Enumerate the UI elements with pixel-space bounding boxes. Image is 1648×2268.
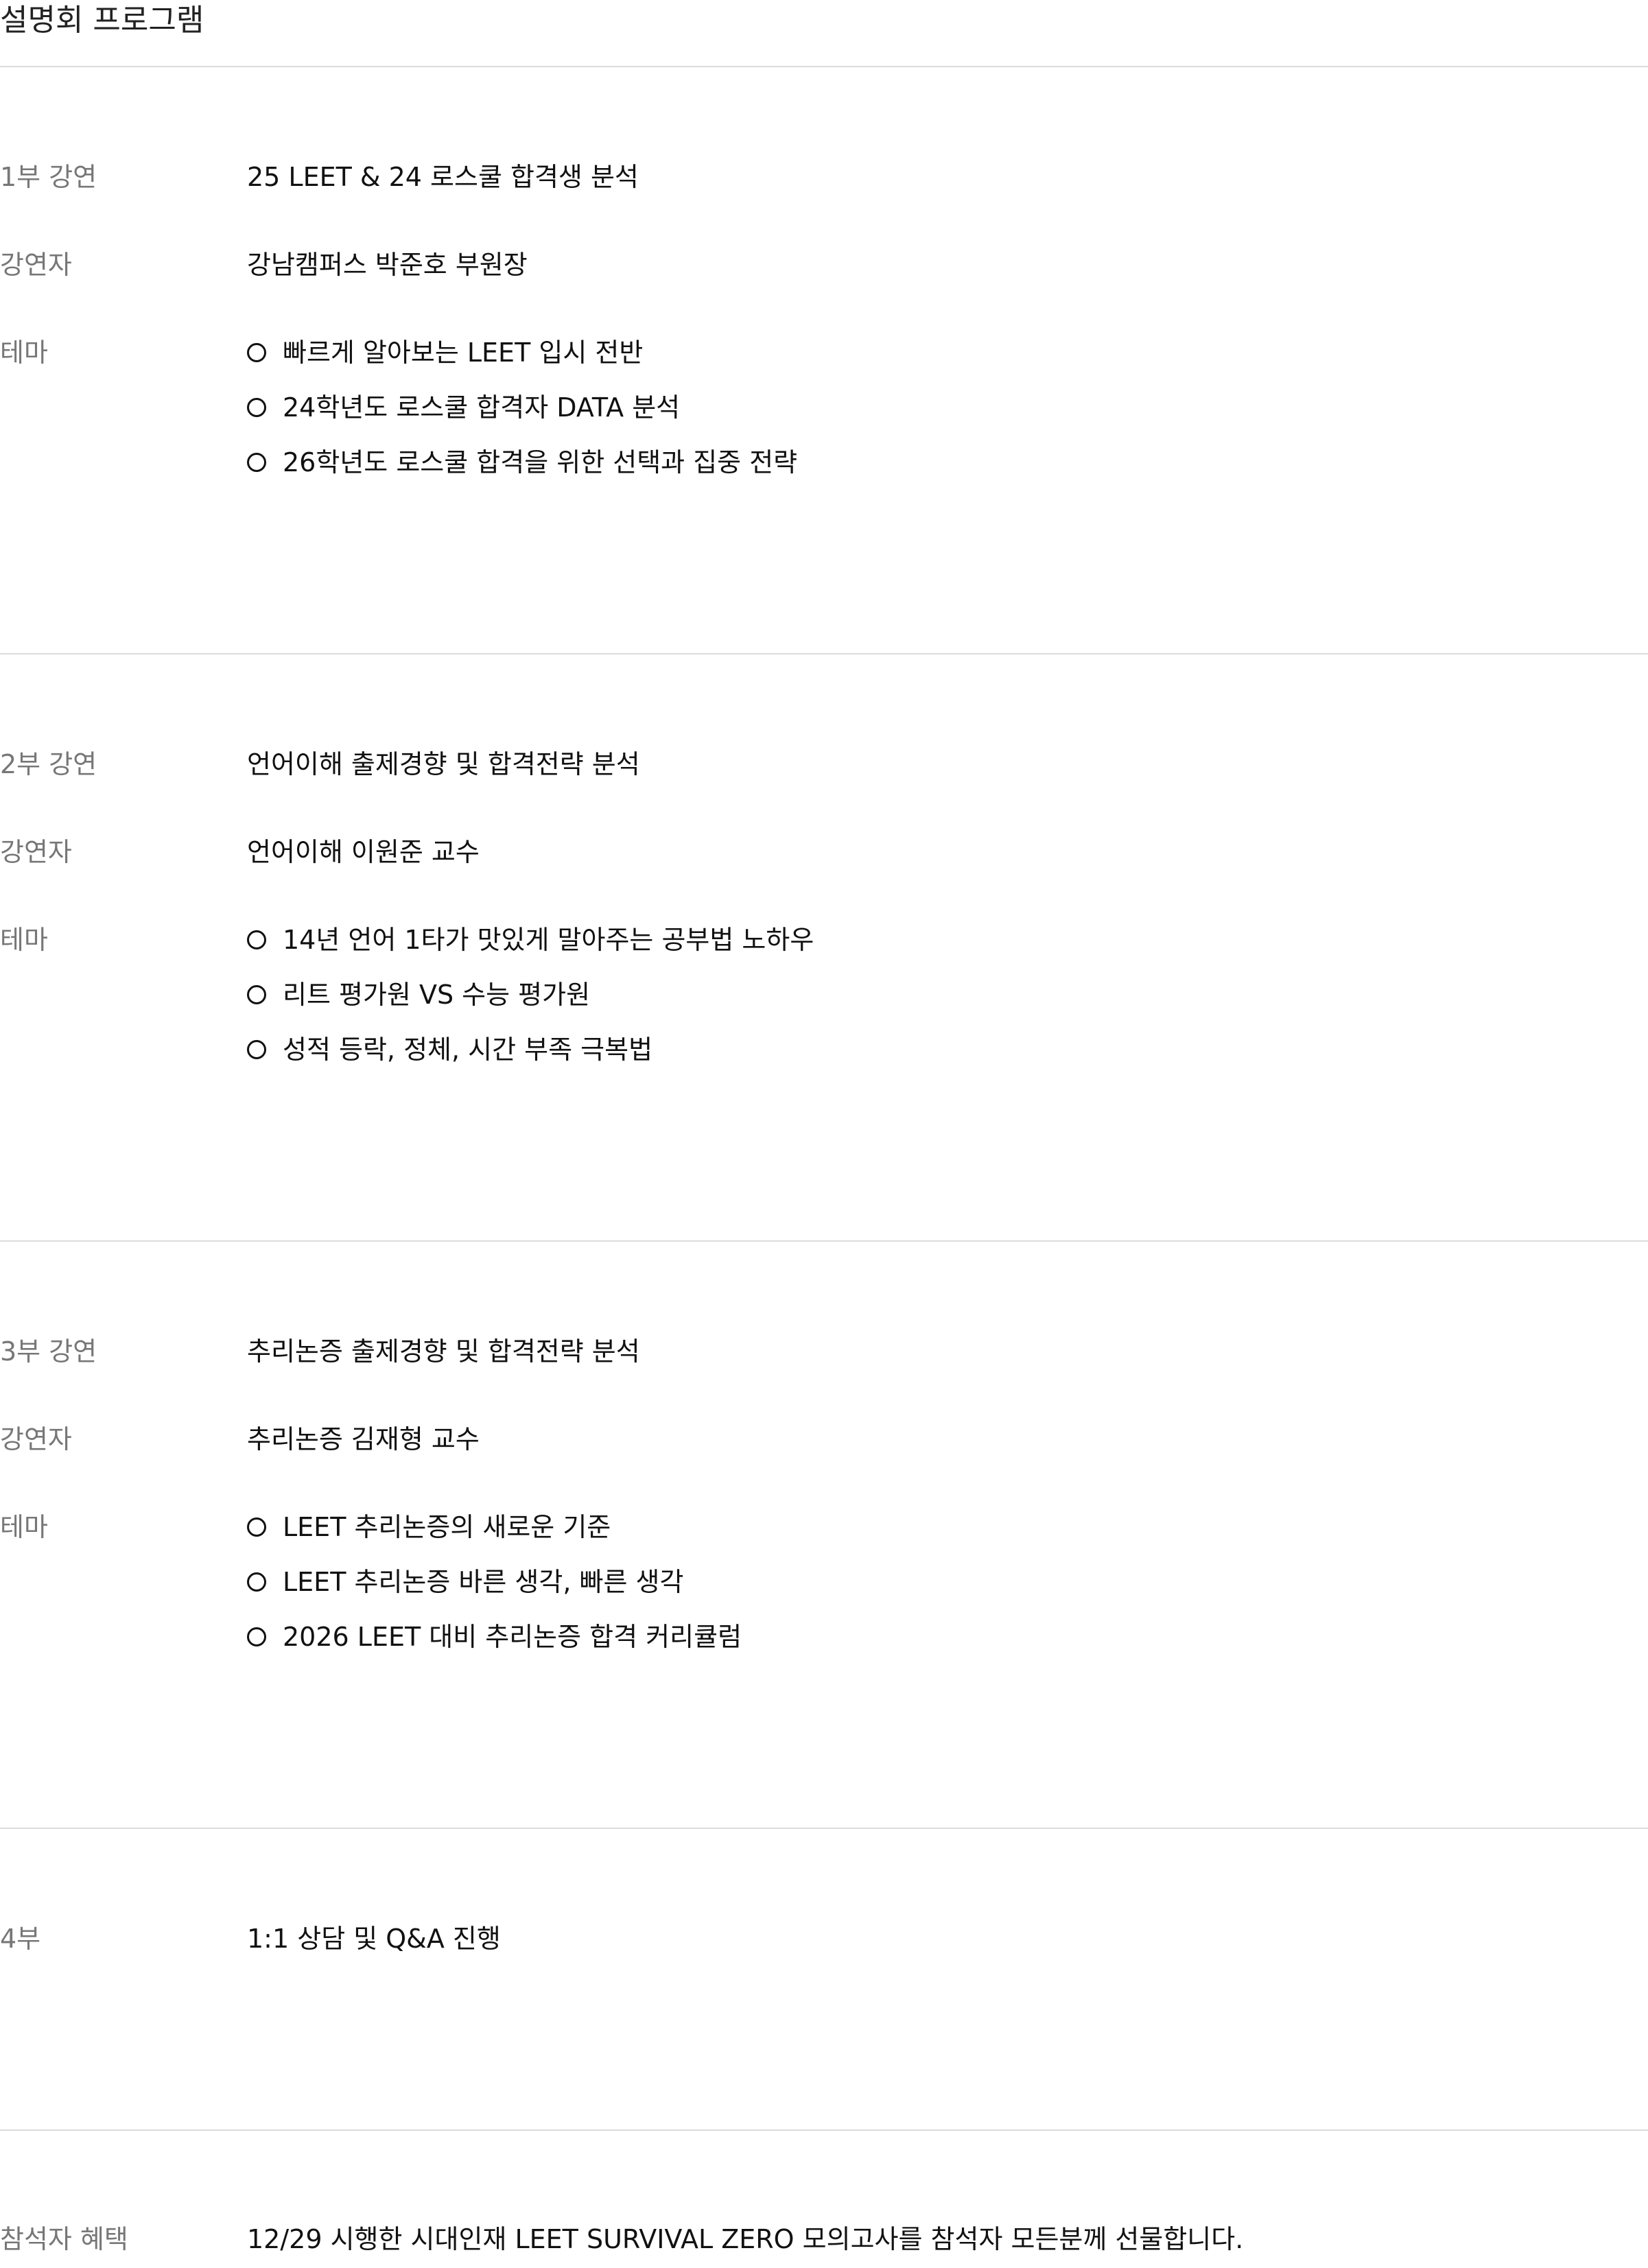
theme-text: 성적 등락, 정체, 시간 부족 극복법 <box>283 1035 653 1065</box>
circle-bullet-icon <box>247 1039 266 1059</box>
lecture-title: 언어이해 출제경향 및 합격전략 분석 <box>247 749 640 779</box>
circle-bullet-icon <box>247 397 266 417</box>
theme-text: LEET 추리논증 바른 생각, 빠른 생각 <box>283 1567 684 1597</box>
benefit-text: 12/29 시행한 시대인재 LEET SURVIVAL ZERO 모의고사를 … <box>247 2224 1244 2254</box>
circle-bullet-icon <box>247 342 266 362</box>
theme-text: 26학년도 로스쿨 합격을 위한 선택과 집중 전략 <box>283 447 798 477</box>
row-label: 테마 <box>0 925 48 955</box>
row-label: 강연자 <box>0 1424 72 1454</box>
theme-item: 24학년도 로스쿨 합격자 DATA 분석 <box>247 388 680 427</box>
row-label: 강연자 <box>0 837 72 867</box>
theme-text: 2026 LEET 대비 추리논증 합격 커리큘럼 <box>283 1622 742 1652</box>
lecture-title: 1:1 상담 및 Q&A 진행 <box>247 1924 501 1954</box>
divider <box>0 2129 1648 2131</box>
theme-item: 성적 등락, 정체, 시간 부족 극복법 <box>247 1030 652 1069</box>
theme-item: 2026 LEET 대비 추리논증 합격 커리큘럼 <box>247 1618 742 1656</box>
circle-bullet-icon <box>247 1572 266 1592</box>
speaker-name: 추리논증 김재형 교수 <box>247 1424 480 1454</box>
divider <box>0 1828 1648 1829</box>
theme-item: LEET 추리논증 바른 생각, 빠른 생각 <box>247 1563 683 1601</box>
row-label: 3부 강연 <box>0 1336 97 1367</box>
row-label: 강연자 <box>0 250 72 280</box>
row-label: 테마 <box>0 1512 48 1542</box>
lecture-title: 추리논증 출제경향 및 합격전략 분석 <box>247 1336 640 1367</box>
theme-item: 빠르게 알아보는 LEET 입시 전반 <box>247 333 643 372</box>
divider <box>0 653 1648 654</box>
row-label: 테마 <box>0 338 48 368</box>
speaker-name: 언어이해 이원준 교수 <box>247 837 480 867</box>
row-label: 1부 강연 <box>0 162 97 192</box>
page-title: 설명회 프로그램 <box>0 3 204 38</box>
theme-item: 14년 언어 1타가 맛있게 말아주는 공부법 노하우 <box>247 921 814 959</box>
circle-bullet-icon <box>247 1517 266 1537</box>
theme-text: LEET 추리논증의 새로운 기준 <box>283 1512 611 1542</box>
theme-text: 24학년도 로스쿨 합격자 DATA 분석 <box>283 392 681 423</box>
row-label: 4부 <box>0 1924 41 1954</box>
theme-text: 빠르게 알아보는 LEET 입시 전반 <box>283 338 644 368</box>
circle-bullet-icon <box>247 452 266 472</box>
theme-text: 리트 평가원 VS 수능 평가원 <box>283 980 591 1010</box>
circle-bullet-icon <box>247 984 266 1004</box>
theme-item: 26학년도 로스쿨 합격을 위한 선택과 집중 전략 <box>247 443 797 482</box>
theme-text: 14년 언어 1타가 맛있게 말아주는 공부법 노하우 <box>283 925 814 955</box>
circle-bullet-icon <box>247 930 266 949</box>
theme-item: 리트 평가원 VS 수능 평가원 <box>247 976 590 1014</box>
divider <box>0 1240 1648 1242</box>
row-label: 2부 강연 <box>0 749 97 779</box>
circle-bullet-icon <box>247 1627 266 1646</box>
speaker-name: 강남캠퍼스 박준호 부원장 <box>247 250 528 280</box>
divider <box>0 66 1648 67</box>
theme-item: LEET 추리논증의 새로운 기준 <box>247 1508 611 1546</box>
lecture-title: 25 LEET & 24 로스쿨 합격생 분석 <box>247 162 639 192</box>
row-label: 참석자 혜택 <box>0 2224 128 2254</box>
